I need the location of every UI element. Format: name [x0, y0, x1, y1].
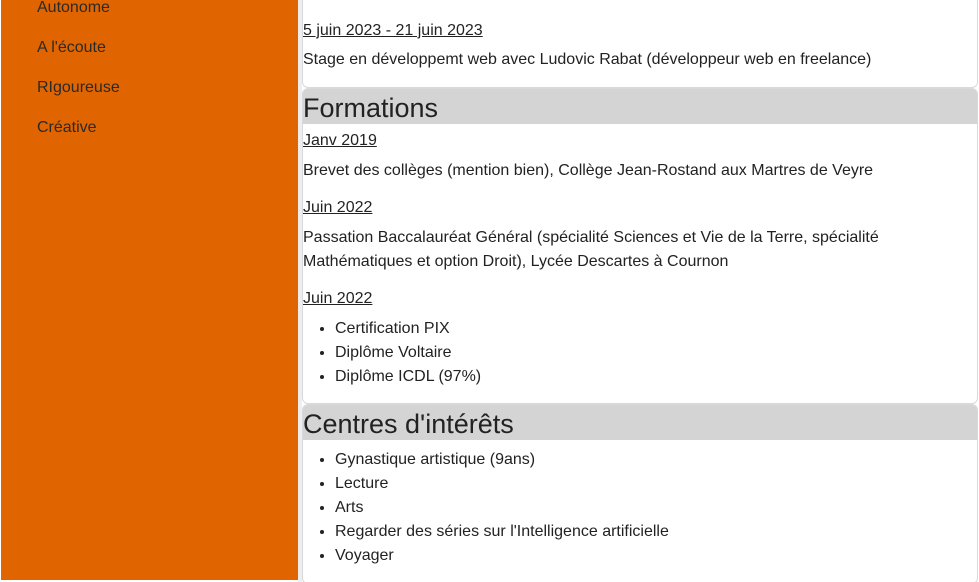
formation-description-line: Passation Baccalauréat Général (spéciali…	[303, 229, 879, 246]
skills-list: Autonome A l'écoute RIgoureuse Créative	[37, 0, 120, 148]
formations-title: Formations	[303, 89, 977, 124]
skill-item: Créative	[37, 119, 97, 136]
list-item: Lecture	[335, 472, 669, 496]
main-content: 5 juin 2023 - 21 juin 2023 Stage en déve…	[302, 0, 979, 582]
formations-section: Formations Janv 2019 Brevet des collèges…	[302, 88, 978, 404]
experience-section: 5 juin 2023 - 21 juin 2023 Stage en déve…	[302, 0, 978, 88]
sidebar: Autonome A l'écoute RIgoureuse Créative	[1, 0, 299, 580]
skill-item: A l'écoute	[37, 39, 106, 56]
interets-list: Gynastique artistique (9ans) Lecture Art…	[303, 448, 669, 568]
interets-section: Centres d'intérêts Gynastique artistique…	[302, 404, 978, 582]
list-item: Gynastique artistique (9ans)	[335, 448, 669, 472]
interets-title: Centres d'intérêts	[303, 405, 977, 440]
list-item: Diplôme Voltaire	[335, 341, 481, 365]
experience-date: 5 juin 2023 - 21 juin 2023	[303, 22, 483, 39]
formation-description-line: Mathématiques et option Droit), Lycée De…	[303, 253, 729, 270]
list-item: Arts	[335, 496, 669, 520]
experience-description: Stage en développemt web avec Ludovic Ra…	[303, 51, 872, 68]
list-item: Certification PIX	[335, 317, 481, 341]
formation-date: Juin 2022	[303, 199, 373, 216]
formation-description: Brevet des collèges (mention bien), Coll…	[303, 162, 874, 179]
list-item: Diplôme ICDL (97%)	[335, 365, 481, 389]
certifications-list: Certification PIX Diplôme Voltaire Diplô…	[303, 317, 481, 389]
skill-item: Autonome	[37, 0, 110, 16]
formation-date: Juin 2022	[303, 290, 373, 307]
list-item: Voyager	[335, 544, 669, 568]
cv-page: Autonome A l'écoute RIgoureuse Créative …	[0, 0, 979, 582]
list-item: Regarder des séries sur l'Intelligence a…	[335, 520, 669, 544]
formation-date: Janv 2019	[303, 132, 377, 149]
skill-item: RIgoureuse	[37, 79, 120, 96]
